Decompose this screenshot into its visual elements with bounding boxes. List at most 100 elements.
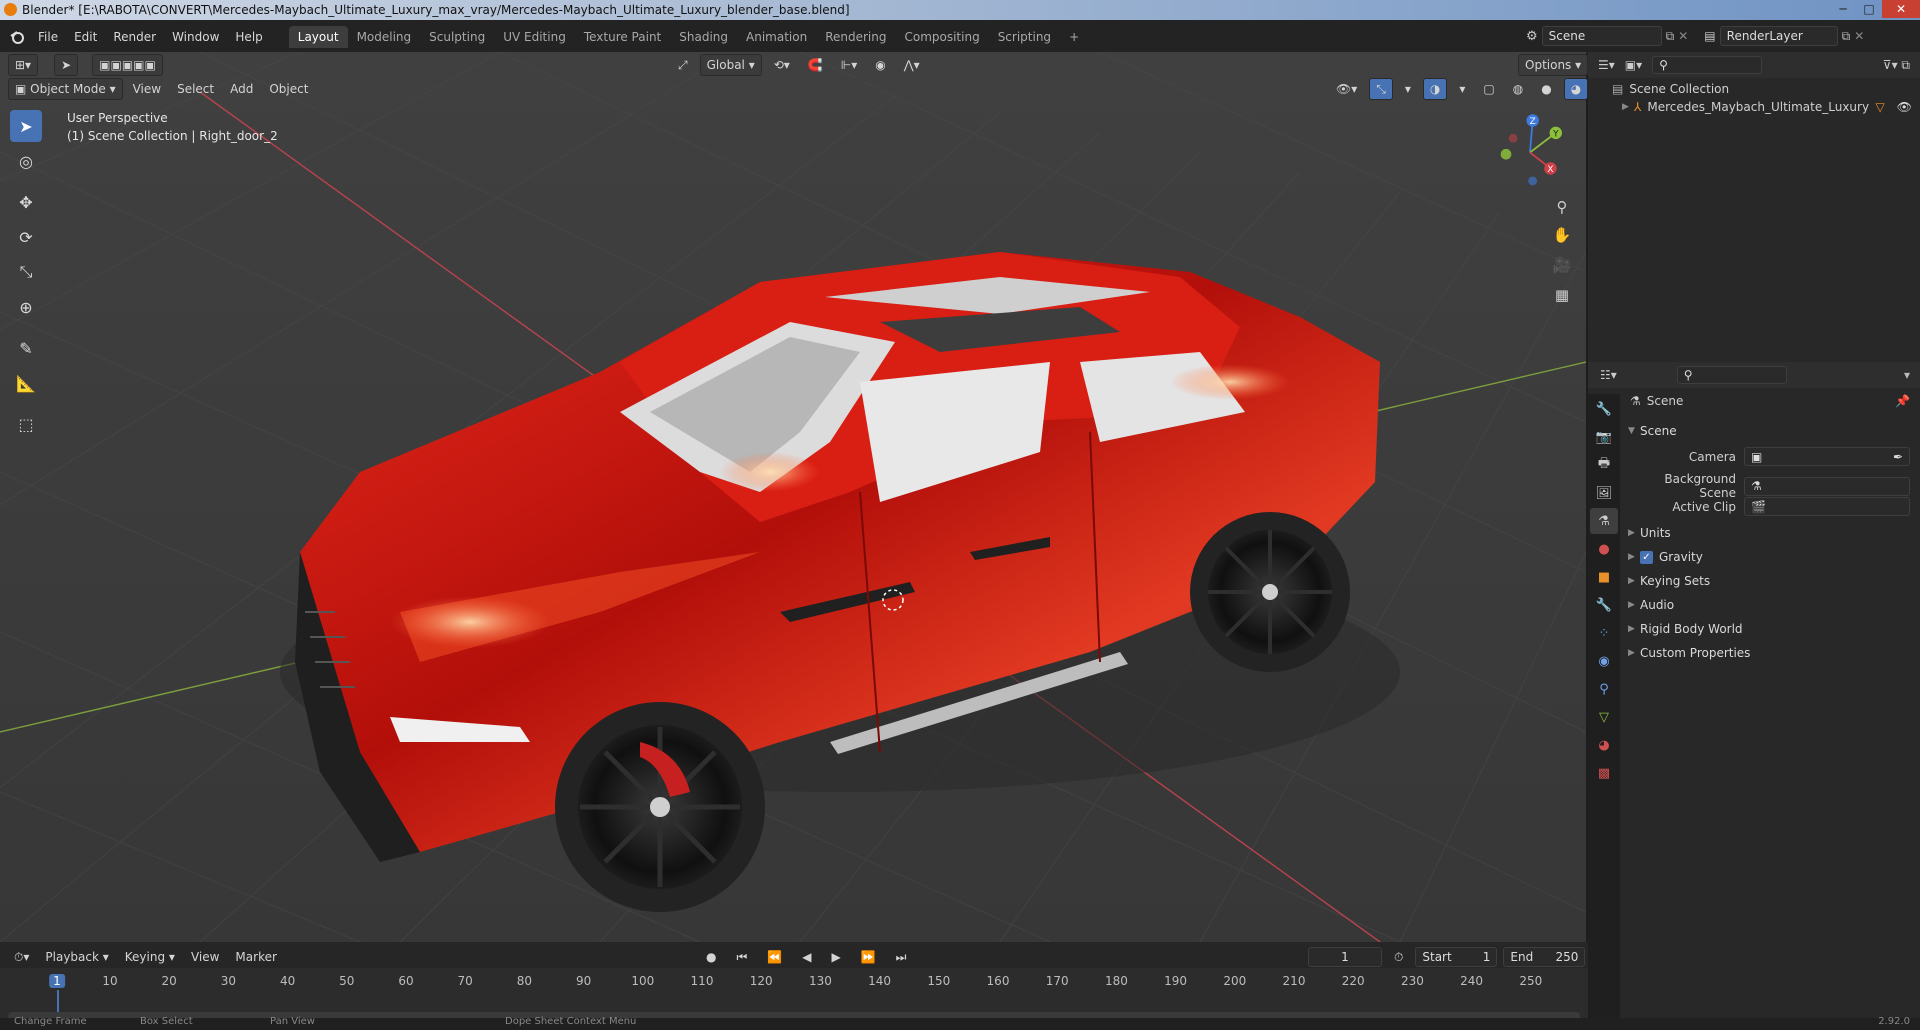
output-tab-icon[interactable]: 🖶 <box>1590 452 1618 478</box>
new-scene-icon[interactable]: ⧉ <box>1666 29 1675 44</box>
delete-render-layer-icon[interactable]: ✕ <box>1854 29 1864 43</box>
tab-shading[interactable]: Shading <box>670 26 737 48</box>
select-box-tool-icon[interactable]: ➤ <box>10 110 42 142</box>
scene-icon[interactable]: ⚙ <box>1526 29 1538 44</box>
zoom-icon[interactable]: ⚲ <box>1548 194 1576 220</box>
maximize-button[interactable]: □ <box>1856 0 1882 18</box>
outliner-editor-icon[interactable]: ☰▾ <box>1598 58 1615 72</box>
subpanel-rigid-body-world[interactable]: ▶ Rigid Body World <box>1628 622 1743 636</box>
subpanel-audio[interactable]: ▶ Audio <box>1628 598 1674 612</box>
timeline-menu-marker[interactable]: Marker <box>229 946 282 968</box>
gizmo-toggle-icon[interactable]: ⤡ <box>1369 78 1393 100</box>
minimize-button[interactable]: ─ <box>1830 0 1856 18</box>
select-mode-icon[interactable]: ➤ <box>54 54 79 76</box>
play-reverse-icon[interactable]: ◀ <box>796 946 817 968</box>
current-frame-field[interactable]: 1 <box>1308 947 1382 967</box>
particles-tab-icon[interactable]: ⁘ <box>1590 620 1618 646</box>
new-render-layer-icon[interactable]: ⧉ <box>1842 29 1851 44</box>
shading-solid-icon[interactable]: ● <box>1535 78 1557 100</box>
expand-arrow-icon[interactable]: ▶ <box>1622 102 1634 112</box>
pin-icon[interactable]: 📌 <box>1895 394 1910 408</box>
filter-icon[interactable]: ⊽▾ ⧉ <box>1883 58 1910 73</box>
tab-layout[interactable]: Layout <box>288 26 348 48</box>
physics-tab-icon[interactable]: ◉ <box>1590 648 1618 674</box>
overlay-dropdown-icon[interactable]: ▾ <box>1453 78 1471 100</box>
camera-field[interactable]: ▣ ✒ <box>1744 447 1910 466</box>
timeline-menu-keying[interactable]: Keying ▾ <box>119 946 181 968</box>
overlay-toggle-icon[interactable]: ◑ <box>1422 78 1448 100</box>
timeline-editor-icon[interactable]: ⏱▾ <box>8 946 35 968</box>
viewport-menu-view[interactable]: View <box>127 78 167 100</box>
camera-view-icon[interactable]: 🎥 <box>1548 252 1576 278</box>
proportional-edit-icon[interactable]: ◉ <box>869 54 891 76</box>
subpanel-units[interactable]: ▶ Units <box>1628 526 1671 540</box>
subpanel-keying-sets[interactable]: ▶ Keying Sets <box>1628 574 1710 588</box>
shading-material-icon[interactable]: ◕ <box>1563 78 1589 100</box>
material-tab-icon[interactable]: ◕ <box>1590 732 1618 758</box>
tab-modeling[interactable]: Modeling <box>348 26 421 48</box>
start-frame-field[interactable]: Start 1 <box>1415 947 1498 967</box>
grid-view-icon[interactable]: ▦ <box>1548 282 1576 308</box>
properties-search-input[interactable]: ⚲ <box>1676 366 1787 384</box>
scene-section-header[interactable]: ▼ Scene <box>1628 424 1677 438</box>
viewport-menu-select[interactable]: Select <box>171 78 220 100</box>
pan-hand-icon[interactable]: ✋ <box>1548 222 1576 248</box>
render-layer-field[interactable]: RenderLayer <box>1719 26 1838 46</box>
eye-icon[interactable]: 👁 <box>1897 100 1912 114</box>
xray-icon[interactable]: ▢ <box>1477 78 1500 100</box>
record-icon[interactable]: ● <box>700 946 722 968</box>
add-cube-tool-icon[interactable]: ⬚ <box>10 408 42 440</box>
tool-tab-icon[interactable]: 🔧 <box>1590 396 1618 422</box>
jump-start-icon[interactable]: ⏮ <box>730 946 753 968</box>
transform-tool-icon[interactable]: ⊕ <box>10 291 42 323</box>
navigation-gizmo[interactable]: Z Y X <box>1490 108 1570 188</box>
outliner-display-icon[interactable]: ▣▾ <box>1625 58 1642 72</box>
data-tab-icon[interactable]: ▽ <box>1590 704 1618 730</box>
gravity-checkbox[interactable]: ✓ <box>1640 550 1653 564</box>
texture-tab-icon[interactable]: ▩ <box>1590 760 1618 786</box>
snap-icon[interactable]: 🧲 <box>802 54 829 76</box>
options-dropdown[interactable]: Options ▾ <box>1518 54 1589 76</box>
subpanel-custom-properties[interactable]: ▶ Custom Properties <box>1628 646 1750 660</box>
tab-texture-paint[interactable]: Texture Paint <box>575 26 670 48</box>
modifier-tab-icon[interactable]: 🔧 <box>1590 592 1618 618</box>
move-tool-icon[interactable]: ✥ <box>10 186 42 218</box>
visibility-icon[interactable]: 👁▾ <box>1330 78 1363 100</box>
scene-field[interactable]: Scene <box>1541 26 1662 46</box>
tab-scripting[interactable]: Scripting <box>989 26 1060 48</box>
view-layer-tab-icon[interactable]: 🖼 <box>1590 480 1618 506</box>
constraints-tab-icon[interactable]: ⚲ <box>1590 676 1618 702</box>
outliner-search-input[interactable]: ⚲ <box>1652 56 1763 74</box>
gizmo-dropdown-icon[interactable]: ▾ <box>1399 78 1417 100</box>
render-tab-icon[interactable]: 📷 <box>1590 424 1618 450</box>
tab-compositing[interactable]: Compositing <box>895 26 988 48</box>
stopwatch-icon[interactable]: ⏱ <box>1388 946 1409 968</box>
jump-key-back-icon[interactable]: ⏪ <box>761 946 788 968</box>
render-layer-icon[interactable]: ▤ <box>1704 29 1715 43</box>
menu-render[interactable]: Render <box>105 30 164 44</box>
eyedropper-icon[interactable]: ✒ <box>1893 450 1903 464</box>
3d-viewport[interactable]: User Perspective (1) Scene Collection | … <box>0 52 1586 942</box>
tab-rendering[interactable]: Rendering <box>816 26 895 48</box>
menu-help[interactable]: Help <box>227 30 270 44</box>
viewport-menu-add[interactable]: Add <box>224 78 259 100</box>
world-tab-icon[interactable]: ● <box>1590 536 1618 562</box>
menu-file[interactable]: File <box>30 30 66 44</box>
play-icon[interactable]: ▶ <box>825 946 846 968</box>
background-scene-field[interactable]: ⚗ <box>1744 476 1910 496</box>
cursor-tool-icon[interactable]: ◎ <box>10 145 42 177</box>
properties-dropdown-icon[interactable]: ▾ <box>1904 368 1910 382</box>
editor-type-icon[interactable]: ⊞▾ <box>8 54 39 76</box>
outliner-item[interactable]: ▶ ⅄ Mercedes_Maybach_Ultimate_Luxury ▽ 👁 <box>1622 100 1912 114</box>
timeline-menu-playback[interactable]: Playback ▾ <box>39 946 114 968</box>
scale-tool-icon[interactable]: ⤡ <box>10 256 42 288</box>
blender-menu-icon[interactable] <box>4 27 30 47</box>
outliner-scene-collection[interactable]: ▤ Scene Collection <box>1612 82 1729 96</box>
timeline-menu-view[interactable]: View <box>185 946 225 968</box>
menu-edit[interactable]: Edit <box>66 30 105 44</box>
scene-tab-icon[interactable]: ⚗ <box>1590 508 1618 534</box>
subpanel-gravity[interactable]: ▶ ✓ Gravity <box>1628 550 1703 564</box>
active-clip-field[interactable]: 🎬 <box>1744 497 1910 516</box>
jump-end-icon[interactable]: ⏭ <box>890 946 913 968</box>
menu-window[interactable]: Window <box>164 30 227 44</box>
